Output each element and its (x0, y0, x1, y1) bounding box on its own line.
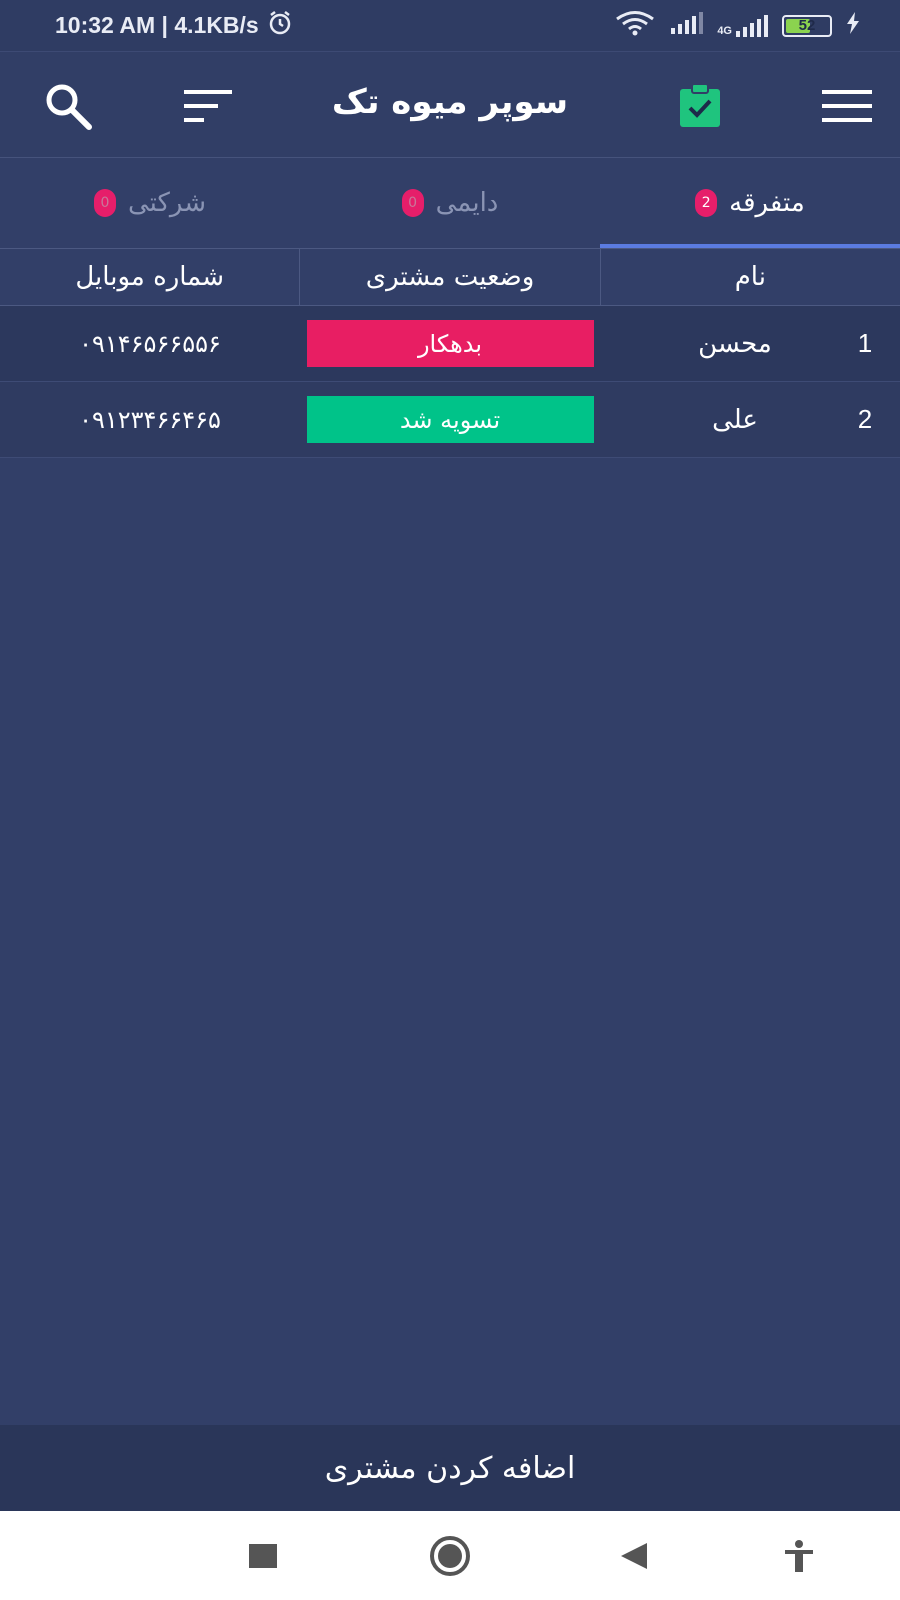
name-cell: 2 علی (600, 404, 900, 435)
customer-type-tabs: متفرقه 2 دایمی 0 شرکتی 0 (0, 158, 900, 248)
tab-miscellaneous[interactable]: متفرقه 2 (600, 158, 900, 248)
customer-name: محسن (698, 328, 772, 359)
tab-label: متفرقه (729, 188, 805, 218)
name-cell: 1 محسن (600, 328, 900, 359)
tab-permanent[interactable]: دایمی 0 (300, 158, 600, 248)
header-customer-status[interactable]: وضعیت مشتری (299, 249, 599, 305)
mobile-number: ۰۹۱۲۳۴۶۶۴۶۵ (79, 405, 221, 434)
status-right: 4G 52 (615, 10, 860, 42)
recents-icon[interactable] (240, 1533, 286, 1579)
clipboard-check-icon[interactable] (672, 78, 728, 134)
status-time-speed: 10:32 AM | 4.1KB/s (55, 12, 259, 38)
status-cell: بدهکار (300, 320, 600, 367)
charging-icon (846, 11, 860, 40)
count-badge: 0 (93, 189, 116, 217)
accessibility-icon[interactable] (776, 1533, 822, 1579)
status-badge: بدهکار (306, 320, 594, 367)
status-bar: 10:32 AM | 4.1KB/s 4G 52 (0, 0, 900, 52)
status-badge: تسویه شد (306, 396, 594, 443)
hamburger-menu-icon[interactable] (819, 78, 875, 134)
search-icon[interactable] (40, 78, 96, 134)
tab-label: شرکتی (127, 188, 207, 218)
system-nav-bar (0, 1511, 900, 1600)
row-index: 2 (857, 404, 873, 434)
table-row[interactable]: 2 علی تسویه شد ۰۹۱۲۳۴۶۶۴۶۵ (0, 382, 900, 458)
customer-name: علی (712, 404, 758, 435)
tab-corporate[interactable]: شرکتی 0 (0, 158, 300, 248)
header-mobile-number[interactable]: شماره موبایل (0, 249, 299, 305)
count-badge: 0 (401, 189, 424, 217)
mobile-number: ۰۹۱۴۶۵۶۶۵۵۶ (79, 329, 221, 358)
alarm-icon (267, 10, 293, 42)
status-left: 10:32 AM | 4.1KB/s (55, 10, 293, 42)
customer-table: 1 محسن بدهکار ۰۹۱۴۶۵۶۶۵۵۶ 2 علی تسویه شد… (0, 306, 900, 458)
home-icon[interactable] (427, 1533, 473, 1579)
signal-4g-icon: 4G (717, 14, 768, 37)
header-name[interactable]: نام (599, 249, 900, 305)
back-icon[interactable] (611, 1533, 657, 1579)
signal-icon (669, 11, 704, 40)
wifi-icon (615, 10, 655, 42)
battery-level: 52 (798, 17, 816, 34)
sort-icon[interactable] (180, 78, 236, 134)
table-row[interactable]: 1 محسن بدهکار ۰۹۱۴۶۵۶۶۵۵۶ (0, 306, 900, 382)
page-title: سوپر میوه تک (331, 82, 569, 122)
tab-label: دایمی (435, 188, 499, 218)
count-badge: 2 (695, 189, 718, 217)
app-bar: سوپر میوه تک (0, 52, 900, 158)
battery-icon: 52 (782, 14, 832, 37)
add-customer-button[interactable]: اضافه کردن مشتری (0, 1425, 900, 1511)
status-cell: تسویه شد (300, 396, 600, 443)
row-index: 1 (857, 328, 873, 358)
table-header: نام وضعیت مشتری شماره موبایل (0, 248, 900, 306)
